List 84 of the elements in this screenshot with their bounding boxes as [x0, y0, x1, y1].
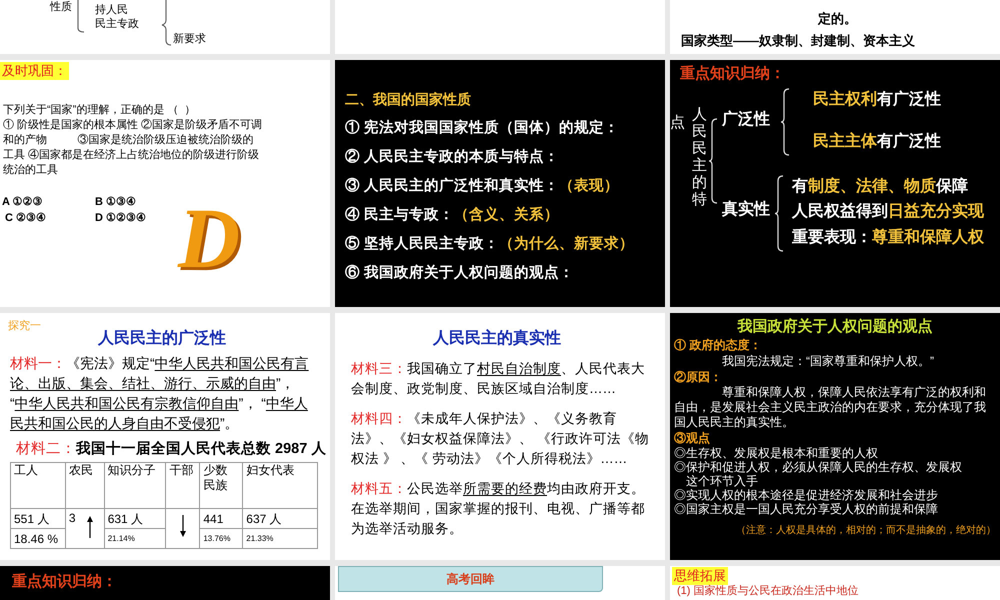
table-header-cell: 知识分子 — [104, 462, 166, 508]
slide-heading: 二、我国的国家性质 — [345, 90, 472, 109]
section-badge: 及时巩固： — [0, 62, 69, 80]
outline-label: 持人民 — [95, 3, 128, 17]
table-cell: 441 — [200, 508, 243, 528]
slide-title: 人民民主的广泛性 — [98, 328, 226, 349]
topic-line: ⑤ 坚持人民民主专政：（为什么、新要求） — [345, 234, 636, 254]
bullet-point: ◎国家主权是一国人民充分享受人权的前提和保障 — [674, 502, 939, 516]
table-cell: 13.76% — [200, 528, 243, 548]
slide-thumbnail[interactable]: 思维拓展 (1) 国家性质与公民在政治生活中地位 — [670, 566, 1000, 600]
section-badge: 思维拓展 — [672, 567, 728, 585]
brace-icon — [780, 88, 790, 156]
table-caption: 材料二：我国十一届全国人民代表总数 2987 人 — [16, 439, 326, 459]
slide-thumbnail[interactable]: 性质 持人民 民主专政 新要求 — [0, 0, 330, 54]
point-heading: ②原因： — [674, 369, 723, 385]
branch-point: 民主主体有广泛性 — [813, 132, 941, 152]
bracket-icon — [160, 0, 172, 46]
table-cell: 18.46 % — [10, 528, 66, 548]
slide-title: 人民民主的真实性 — [433, 328, 561, 349]
topic-line: ④ 民主与专政：（含义、关系） — [345, 205, 560, 225]
body-paragraph: 尊重和保障人权，保障人民依法享有广泛的权利和自由，是发展社会主义民主政治的内在要求，充分体现了我国人民民主的真实性。 — [674, 385, 987, 430]
outline-label: 新要求 — [173, 32, 206, 46]
section-tag: 探究一 — [8, 319, 41, 333]
material-paragraph: 材料三：我国确立了村民自治制度、人民代表大会制度、政党制度、民族区域自治制度…… — [351, 360, 646, 398]
point-heading: ① 政府的态度： — [674, 337, 762, 353]
table-header-cell: 工人 — [10, 462, 66, 508]
slide-thumbnail[interactable]: 人民民主的真实性 材料三：我国确立了村民自治制度、人民代表大会制度、政党制度、民族区域自治制度…… 材料四：《未成年人保护法》、《义务教育法》、《妇女权益保障法》、 《行政许可法《物权法 》 、《 劳动法》《个人所得税法》…… 材料五：公民选举所需要的经费均由政府开支。在选举期间，国家掌握的报刊、电视、广播等都为选举活动服务。 — [335, 313, 665, 560]
slide-thumbnail[interactable]: 重点知识归纳： — [0, 566, 330, 600]
question-line: 下列关于“国家”的理解，正确的是 （ ） — [3, 103, 196, 118]
quote-line: 我国宪法规定：“国家尊重和保护人权。” — [721, 353, 935, 369]
branch-point: 有制度、法律、物质保障 — [792, 177, 968, 197]
tree-root: 人民民主的特 — [692, 106, 707, 208]
table-cell: 21.33% — [242, 528, 318, 548]
point-heading: ③观点 — [674, 430, 711, 446]
material-paragraph: 材料一：《宪法》规定“中华人民共和国公民有言论、出版、集会、结社、游行、示威的自由”， “中华人民共和国公民有宗教信仰自由”， “中华人民共和国公民的人身自由不受侵犯”。 — [10, 354, 310, 433]
table-header-cell: 少数民族 — [200, 462, 243, 508]
statement-line: 国家类型——奴隶制、封建制、资本主义 — [680, 32, 916, 50]
question-line: 工具 ④国家都是在经济上占统治地位的阶级进行阶级 — [3, 148, 260, 163]
bullet-point: ◎生存权、发展权是根本和重要的人权 — [674, 446, 879, 460]
arrow-down-icon — [179, 514, 188, 538]
topic-line: ② 人民民主专政的本质与特点： — [345, 147, 560, 167]
slide-title: 重点知识归纳： — [12, 572, 117, 592]
material-paragraph: 材料四：《未成年人保护法》、《义务教育法》、《妇女权益保障法》、 《行政许可法《物权法 》 、《 劳动法》《个人所得税法》…… — [351, 410, 650, 468]
slide-thumbnail[interactable] — [670, 313, 1000, 560]
slide-thumbnail[interactable]: 探究一 人民民主的广泛性 材料一：《宪法》规定“中华人民共和国公民有言论、出版、集会、结社、游行、示威的自由”， “中华人民共和国公民有宗教信仰自由”， “中华人民共和国公民的人身自由不受侵犯”。 材料二：我国十一届全国人民代表总数 2987 人 工人 农民 知识分子 干部 少数民族 妇女代表 551 人 3 631 人 441 637 人 18.46 % 21.14% 13.76% 21.33% — [0, 313, 330, 560]
topic-line: ① 宪法对我国国家性质（国体）的规定： — [345, 118, 620, 138]
table-cell: 551 人 — [10, 508, 66, 528]
answer-option: B ①③④ — [95, 195, 195, 210]
table-cell: 637 人 — [242, 508, 318, 528]
branch-label: 广泛性 — [722, 110, 770, 130]
title-banner: 高考回眸 — [338, 566, 603, 592]
brace-icon — [774, 175, 784, 252]
answer-option: C ②③④ — [2, 211, 95, 226]
arrow-up-icon — [86, 515, 94, 539]
table-header-cell: 妇女代表 — [242, 462, 318, 508]
bracket-icon — [76, 0, 86, 34]
branch-label: 真实性 — [722, 200, 770, 220]
bullet-point: ◎保护和促进人权，必须从保障人民的生存权、发展权这个环节入手 — [674, 460, 963, 488]
brace-icon — [708, 118, 718, 204]
slide-thumbnail[interactable]: 定的。 国家类型——奴隶制、封建制、资本主义 — [670, 0, 1000, 54]
note-line: （注意：人权是具体的，相对的；而不是抽象的，绝对的） — [735, 524, 996, 538]
branch-point: 人民权益得到日益充分实现 — [792, 202, 984, 222]
question-line: 和的产物 ③国家是统治阶级压迫被统治阶级的 — [3, 133, 255, 148]
tree-label: 点 — [670, 114, 685, 132]
outline-label: 性质 — [50, 0, 72, 14]
slide-title: 我国政府关于人权问题的观点 — [736, 317, 934, 337]
slide-title: 重点知识归纳： — [680, 64, 785, 84]
answer-option: A ①②③ — [2, 195, 95, 210]
question-line: 统治的工具 — [3, 163, 59, 178]
statement-line: 定的。 — [816, 10, 858, 28]
topic-line: ③ 人民民主的广泛性和真实性：（表现） — [345, 176, 620, 196]
table-cell: 3 — [65, 508, 104, 548]
slide-thumbnail[interactable]: 二、我国的国家性质 ① 宪法对我国国家性质（国体）的规定： ② 人民民主专政的本质与特点： ③ 人民民主的广泛性和真实性：（表现） ④ 民主与专政：（含义、关系） ⑤ 坚持人民民主专政：（为什么、新要求） ⑥ 我国政府关于人权问题的观点： — [335, 60, 665, 307]
branch-point: 重要表现：尊重和保障人权 — [792, 228, 984, 248]
table-header-cell: 农民 — [65, 462, 104, 508]
question-line: ① 阶级性是国家的根本属性 ②国家是阶级矛盾不可调 — [3, 118, 262, 133]
bullet-point: ◎实现人权的根本途径是促进经济发展和社会进步 — [674, 488, 939, 502]
outline-label: 民主专政 — [95, 17, 139, 31]
extension-line: (1) 国家性质与公民在政治生活中地位 — [677, 584, 858, 598]
material-paragraph: 材料五：公民选举所需要的经费均由政府开支。在选举期间，国家掌握的报刊、电视、广播等都为选举活动服务。 — [351, 480, 646, 538]
topic-line: ⑥ 我国政府关于人权问题的观点： — [345, 263, 576, 283]
branch-point: 民主权利有广泛性 — [813, 90, 941, 110]
table-header-cell: 干部 — [166, 462, 200, 508]
table-cell: 631 人 — [104, 508, 166, 528]
